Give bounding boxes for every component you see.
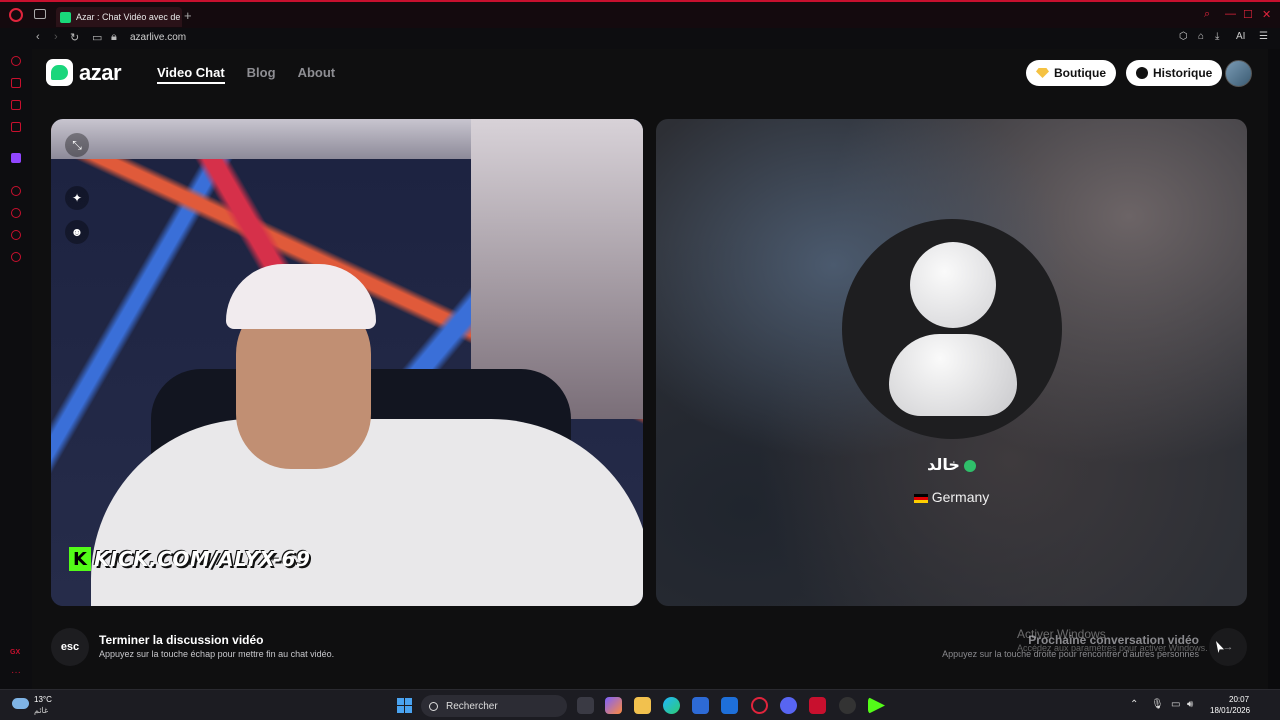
kick-logo-icon: K (69, 547, 91, 571)
peer-name-row: خالد (656, 455, 1247, 474)
boutique-label: Boutique (1054, 66, 1106, 80)
search-icon (429, 701, 438, 711)
peer-country: Germany (931, 489, 990, 505)
camera-permission-icon[interactable]: ▭ (92, 31, 102, 44)
sticker-face-icon[interactable]: ☻ (65, 220, 89, 244)
self-camera-view: ⤡ ✦ ☻ K KICK.COM/ALYX-69 (51, 119, 643, 606)
browser-sidebar: GX ··· (0, 49, 32, 689)
browser-tab-azar[interactable]: Azar : Chat Vidéo avec de (56, 7, 182, 27)
pinboard-icon[interactable] (11, 230, 21, 240)
end-chat-title: Terminer la discussion vidéo (99, 633, 264, 647)
twitch-icon[interactable] (11, 153, 21, 163)
aria-ai-button[interactable]: AI (1236, 31, 1245, 42)
file-explorer-icon[interactable] (634, 697, 651, 714)
taskbar-date[interactable]: 18/01/2026 (1210, 706, 1250, 715)
obs-icon[interactable] (839, 697, 856, 714)
taskbar-search[interactable]: Rechercher (421, 695, 567, 717)
profile-avatar[interactable] (1225, 60, 1252, 87)
opera-menu-icon[interactable] (9, 8, 23, 22)
gem-icon (1036, 68, 1049, 78)
messenger-icon[interactable] (11, 100, 21, 110)
main-nav: Video Chat Blog About (157, 65, 335, 84)
clock-icon (1136, 67, 1148, 79)
taskbar-time[interactable]: 20:07 (1229, 695, 1249, 704)
forward-icon[interactable]: › (54, 31, 58, 43)
tab-title: Azar : Chat Vidéo avec de (76, 12, 181, 22)
reload-icon[interactable]: ↻ (70, 31, 79, 44)
boutique-button[interactable]: Boutique (1026, 60, 1116, 86)
start-button-icon[interactable] (397, 698, 412, 713)
minimize-camera-icon[interactable]: ⤡ (65, 133, 89, 157)
nav-blog[interactable]: Blog (247, 65, 276, 84)
browser-titlebar: Azar : Chat Vidéo avec de + ⌕ — ☐ ✕ (0, 0, 1280, 28)
end-chat-hint: Appuyez sur la touche échap pour mettre … (99, 649, 335, 659)
weather-cloud-icon[interactable] (12, 698, 29, 709)
effects-wand-icon[interactable]: ✦ (65, 186, 89, 210)
activate-windows-watermark: Activer Windows (1017, 627, 1106, 641)
avatar-body-icon (889, 334, 1017, 416)
close-icon[interactable]: ✕ (1262, 8, 1271, 21)
peer-country-row: Germany (656, 489, 1247, 505)
next-chat-button[interactable]: → (1209, 628, 1247, 666)
activate-windows-hint: Accédez aux paramètres pour activer Wind… (1017, 643, 1208, 653)
person-hoodie (91, 419, 643, 606)
germany-flag-icon (913, 493, 928, 503)
kick-app-icon[interactable] (868, 697, 885, 714)
history-button[interactable]: Historique (1126, 60, 1223, 86)
network-icon[interactable]: ▭ (1171, 699, 1180, 710)
nav-video-chat[interactable]: Video Chat (157, 65, 225, 84)
sidebar-more-icon[interactable]: ··· (11, 667, 21, 678)
history-label: Historique (1153, 66, 1213, 80)
end-chat-button[interactable]: esc (51, 628, 89, 666)
search-tabs-icon[interactable]: ⌕ (1204, 8, 1210, 21)
tab-islands-icon[interactable] (34, 9, 46, 19)
search-placeholder: Rechercher (446, 700, 498, 712)
peer-video-view: خالد Germany (656, 119, 1247, 606)
maximize-icon[interactable]: ☐ (1243, 8, 1253, 21)
peer-avatar-placeholder (842, 219, 1062, 439)
task-view-icon[interactable] (577, 697, 594, 714)
kick-url-text: KICK.COM/ALYX-69 (94, 547, 311, 571)
gx-label: GX (10, 649, 21, 656)
azar-logo[interactable]: azar (46, 59, 122, 86)
discord-icon[interactable] (780, 697, 797, 714)
store-app-icon[interactable] (692, 697, 709, 714)
kick-overlay: K KICK.COM/ALYX-69 (69, 547, 310, 571)
edge-icon[interactable] (663, 697, 680, 714)
azar-logo-icon (46, 59, 73, 86)
tray-chevron-icon[interactable]: ⌃ (1130, 699, 1138, 710)
download-icon[interactable]: ⤓ (1215, 31, 1219, 42)
extensions-icon[interactable]: ⬡ (1179, 31, 1188, 42)
azar-favicon-icon (60, 11, 71, 23)
voicemod-icon[interactable] (809, 697, 826, 714)
avatar-head-icon (910, 242, 996, 328)
snapshot-icon[interactable]: ⌂ (1198, 31, 1204, 42)
address-bar: ‹ › ↻ ▭ 🔒︎ azarlive.com ⬡ ⌂ ⤓ AI ☰ (0, 28, 1280, 49)
windows-taskbar: 13°C غائم Rechercher ⌃ 🎙︎ ▭ 🔊︎ 20:07 18/… (0, 689, 1280, 720)
back-icon[interactable]: ‹ (36, 31, 40, 43)
url-text[interactable]: azarlive.com (130, 32, 186, 43)
copilot-icon[interactable] (605, 697, 622, 714)
lock-icon: 🔒︎ (111, 31, 117, 43)
minimize-icon[interactable]: — (1225, 8, 1236, 20)
settings-icon[interactable] (11, 252, 21, 262)
news-icon[interactable] (11, 122, 21, 132)
logo-text: azar (79, 59, 122, 85)
opera-gx-taskbar-icon[interactable] (751, 697, 768, 714)
history-icon[interactable] (11, 208, 21, 218)
azar-page: azar Video Chat Blog About Boutique Hist… (32, 49, 1268, 689)
player-icon[interactable] (11, 186, 21, 196)
mail-icon[interactable] (721, 697, 738, 714)
new-tab-button[interactable]: + (184, 8, 192, 23)
weather-condition: غائم (34, 706, 49, 715)
weather-temp[interactable]: 13°C (34, 695, 52, 704)
peer-name: خالد (927, 455, 960, 474)
store-icon[interactable] (11, 78, 21, 88)
easy-setup-icon[interactable]: ☰ (1259, 31, 1268, 42)
gx-control-icon[interactable] (11, 56, 21, 66)
nav-about[interactable]: About (298, 65, 336, 84)
mic-icon[interactable]: 🎙︎ (1151, 699, 1164, 710)
volume-icon[interactable]: 🔊︎ (1187, 699, 1193, 710)
verified-badge-icon (963, 459, 976, 472)
